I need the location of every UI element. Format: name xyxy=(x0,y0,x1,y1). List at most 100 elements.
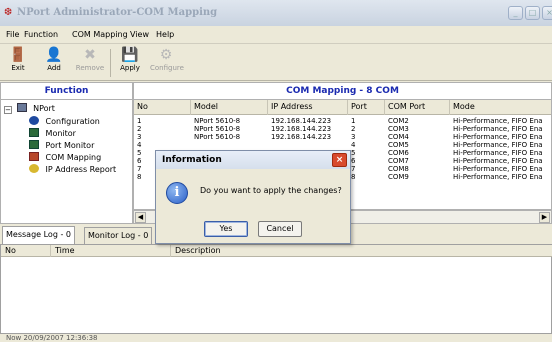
table-header: No Model IP Address Port COM Port Mode xyxy=(134,100,551,115)
col-com-port[interactable]: COM Port xyxy=(385,100,450,115)
cell-com: COM9 xyxy=(388,173,409,181)
cell-port: 2 xyxy=(351,125,356,133)
col-no[interactable]: No xyxy=(134,100,191,115)
log-col-no[interactable]: No xyxy=(1,245,51,257)
tree-item-label: Monitor xyxy=(45,129,76,138)
close-button[interactable]: × xyxy=(542,6,552,20)
cell-com: COM4 xyxy=(388,133,409,141)
tree-item-monitor[interactable]: Monitor xyxy=(29,128,76,139)
tree-root[interactable]: − NPort xyxy=(4,103,55,114)
cell-ip: 192.168.144.223 xyxy=(271,133,332,141)
dialog-title: Information xyxy=(162,155,222,165)
menu-view[interactable]: View xyxy=(130,30,149,39)
cell-port: 8 xyxy=(351,173,356,181)
scroll-right-icon[interactable]: ▶ xyxy=(539,212,550,223)
function-tree: − NPort Configuration Monitor Port Monit… xyxy=(0,100,133,224)
minimize-button[interactable]: _ xyxy=(508,6,523,20)
exit-button[interactable]: 🚪 Exit xyxy=(2,46,34,79)
cell-model: NPort 5610-8 xyxy=(194,125,241,133)
remove-icon: ✖ xyxy=(84,47,96,63)
cell-port: 5 xyxy=(351,149,356,157)
cell-model: NPort 5610-8 xyxy=(194,117,241,125)
cell-port: 3 xyxy=(351,133,356,141)
col-model[interactable]: Model xyxy=(191,100,268,115)
com-mapping-icon xyxy=(29,152,39,161)
tree-item-configuration[interactable]: Configuration xyxy=(29,116,100,127)
maximize-button[interactable]: □ xyxy=(525,6,540,20)
add-button[interactable]: 👤 Add xyxy=(38,46,70,79)
cell-no: 2 xyxy=(137,125,142,133)
configure-button[interactable]: ⚙ Configure xyxy=(150,46,184,79)
ip-report-icon xyxy=(29,164,39,173)
tree-item-label: IP Address Report xyxy=(45,165,117,174)
collapse-icon[interactable]: − xyxy=(4,106,12,114)
dialog-close-icon[interactable]: × xyxy=(332,153,347,167)
cell-model: NPort 5610-8 xyxy=(194,133,241,141)
configure-icon: ⚙ xyxy=(159,47,173,63)
dialog-message: Do you want to apply the changes? xyxy=(200,186,342,195)
exit-icon: 🚪 xyxy=(9,47,27,63)
cell-port: 6 xyxy=(351,157,356,165)
cell-no: 3 xyxy=(137,133,142,141)
tree-item-label: Port Monitor xyxy=(45,141,95,150)
info-icon xyxy=(29,116,39,125)
log-header: No Time Description xyxy=(1,245,552,257)
cell-com: COM5 xyxy=(388,141,409,149)
cell-mode: Hi-Performance, FIFO Ena xyxy=(453,149,543,157)
col-mode[interactable]: Mode xyxy=(450,100,551,115)
col-port[interactable]: Port xyxy=(348,100,385,115)
save-icon: 💾 xyxy=(121,47,139,63)
cell-mode: Hi-Performance, FIFO Ena xyxy=(453,141,543,149)
tree-item-label: Configuration xyxy=(45,117,100,126)
yes-button[interactable]: Yes xyxy=(204,221,248,237)
title-bar: ❆ NPort Administrator-COM Mapping _ □ × xyxy=(0,0,552,26)
menu-com-mapping[interactable]: COM Mapping xyxy=(72,30,128,39)
tree-root-label: NPort xyxy=(33,104,55,113)
cell-no: 4 xyxy=(137,141,142,149)
cell-mode: Hi-Performance, FIFO Ena xyxy=(453,165,543,173)
cell-no: 1 xyxy=(137,117,142,125)
cell-ip: 192.168.144.223 xyxy=(271,117,332,125)
cell-ip: 192.168.144.223 xyxy=(271,125,332,133)
tree-item-ip-address-report[interactable]: IP Address Report xyxy=(29,164,116,175)
cell-com: COM6 xyxy=(388,149,409,157)
cancel-button[interactable]: Cancel xyxy=(258,221,302,237)
function-panel-header: Function xyxy=(0,82,133,100)
toolbar-separator xyxy=(110,49,111,77)
monitor-icon xyxy=(29,128,39,137)
cell-com: COM2 xyxy=(388,117,409,125)
scroll-left-icon[interactable]: ◀ xyxy=(135,212,146,223)
tree-item-com-mapping[interactable]: COM Mapping xyxy=(29,152,101,163)
cell-mode: Hi-Performance, FIFO Ena xyxy=(453,157,543,165)
cell-port: 7 xyxy=(351,165,356,173)
tree-item-port-monitor[interactable]: Port Monitor xyxy=(29,140,94,151)
port-monitor-icon xyxy=(29,140,39,149)
menu-help[interactable]: Help xyxy=(156,30,174,39)
table-row[interactable]: 1 NPort 5610-8 192.168.144.223 1 COM2 Hi-Perf… xyxy=(134,117,551,125)
app-icon: ❆ xyxy=(4,7,13,18)
log-table: No Time Description xyxy=(0,244,552,334)
apply-button[interactable]: 💾 Apply xyxy=(114,46,146,79)
log-col-description[interactable]: Description xyxy=(171,245,552,257)
dialog-title-bar: Information × xyxy=(156,151,350,169)
tree-item-label: COM Mapping xyxy=(45,153,102,162)
window-title: NPort Administrator-COM Mapping xyxy=(17,7,218,18)
table-row[interactable]: 2 NPort 5610-8 192.168.144.223 2 COM3 Hi-Perf… xyxy=(134,125,551,133)
menu-file[interactable]: File xyxy=(6,30,19,39)
cell-com: COM3 xyxy=(388,125,409,133)
table-row[interactable]: 3 NPort 5610-8 192.168.144.223 3 COM4 Hi-Perf… xyxy=(134,133,551,141)
remove-button[interactable]: ✖ Remove xyxy=(74,46,106,79)
info-icon: i xyxy=(166,182,188,204)
cell-com: COM8 xyxy=(388,165,409,173)
menu-function[interactable]: Function xyxy=(24,30,58,39)
cell-mode: Hi-Performance, FIFO Ena xyxy=(453,173,543,181)
log-col-time[interactable]: Time xyxy=(51,245,171,257)
col-ip-address[interactable]: IP Address xyxy=(268,100,348,115)
tab-monitor-log[interactable]: Monitor Log - 0 xyxy=(84,227,153,244)
cell-port: 1 xyxy=(351,117,356,125)
cell-mode: Hi-Performance, FIFO Ena xyxy=(453,117,543,125)
status-bar: Now 20/09/2007 12:36:38 xyxy=(0,334,552,342)
cell-port: 4 xyxy=(351,141,356,149)
table-row[interactable]: 4 4 COM5 Hi-Performance, FIFO Ena xyxy=(134,141,551,149)
tab-message-log[interactable]: Message Log - 0 xyxy=(2,226,75,244)
